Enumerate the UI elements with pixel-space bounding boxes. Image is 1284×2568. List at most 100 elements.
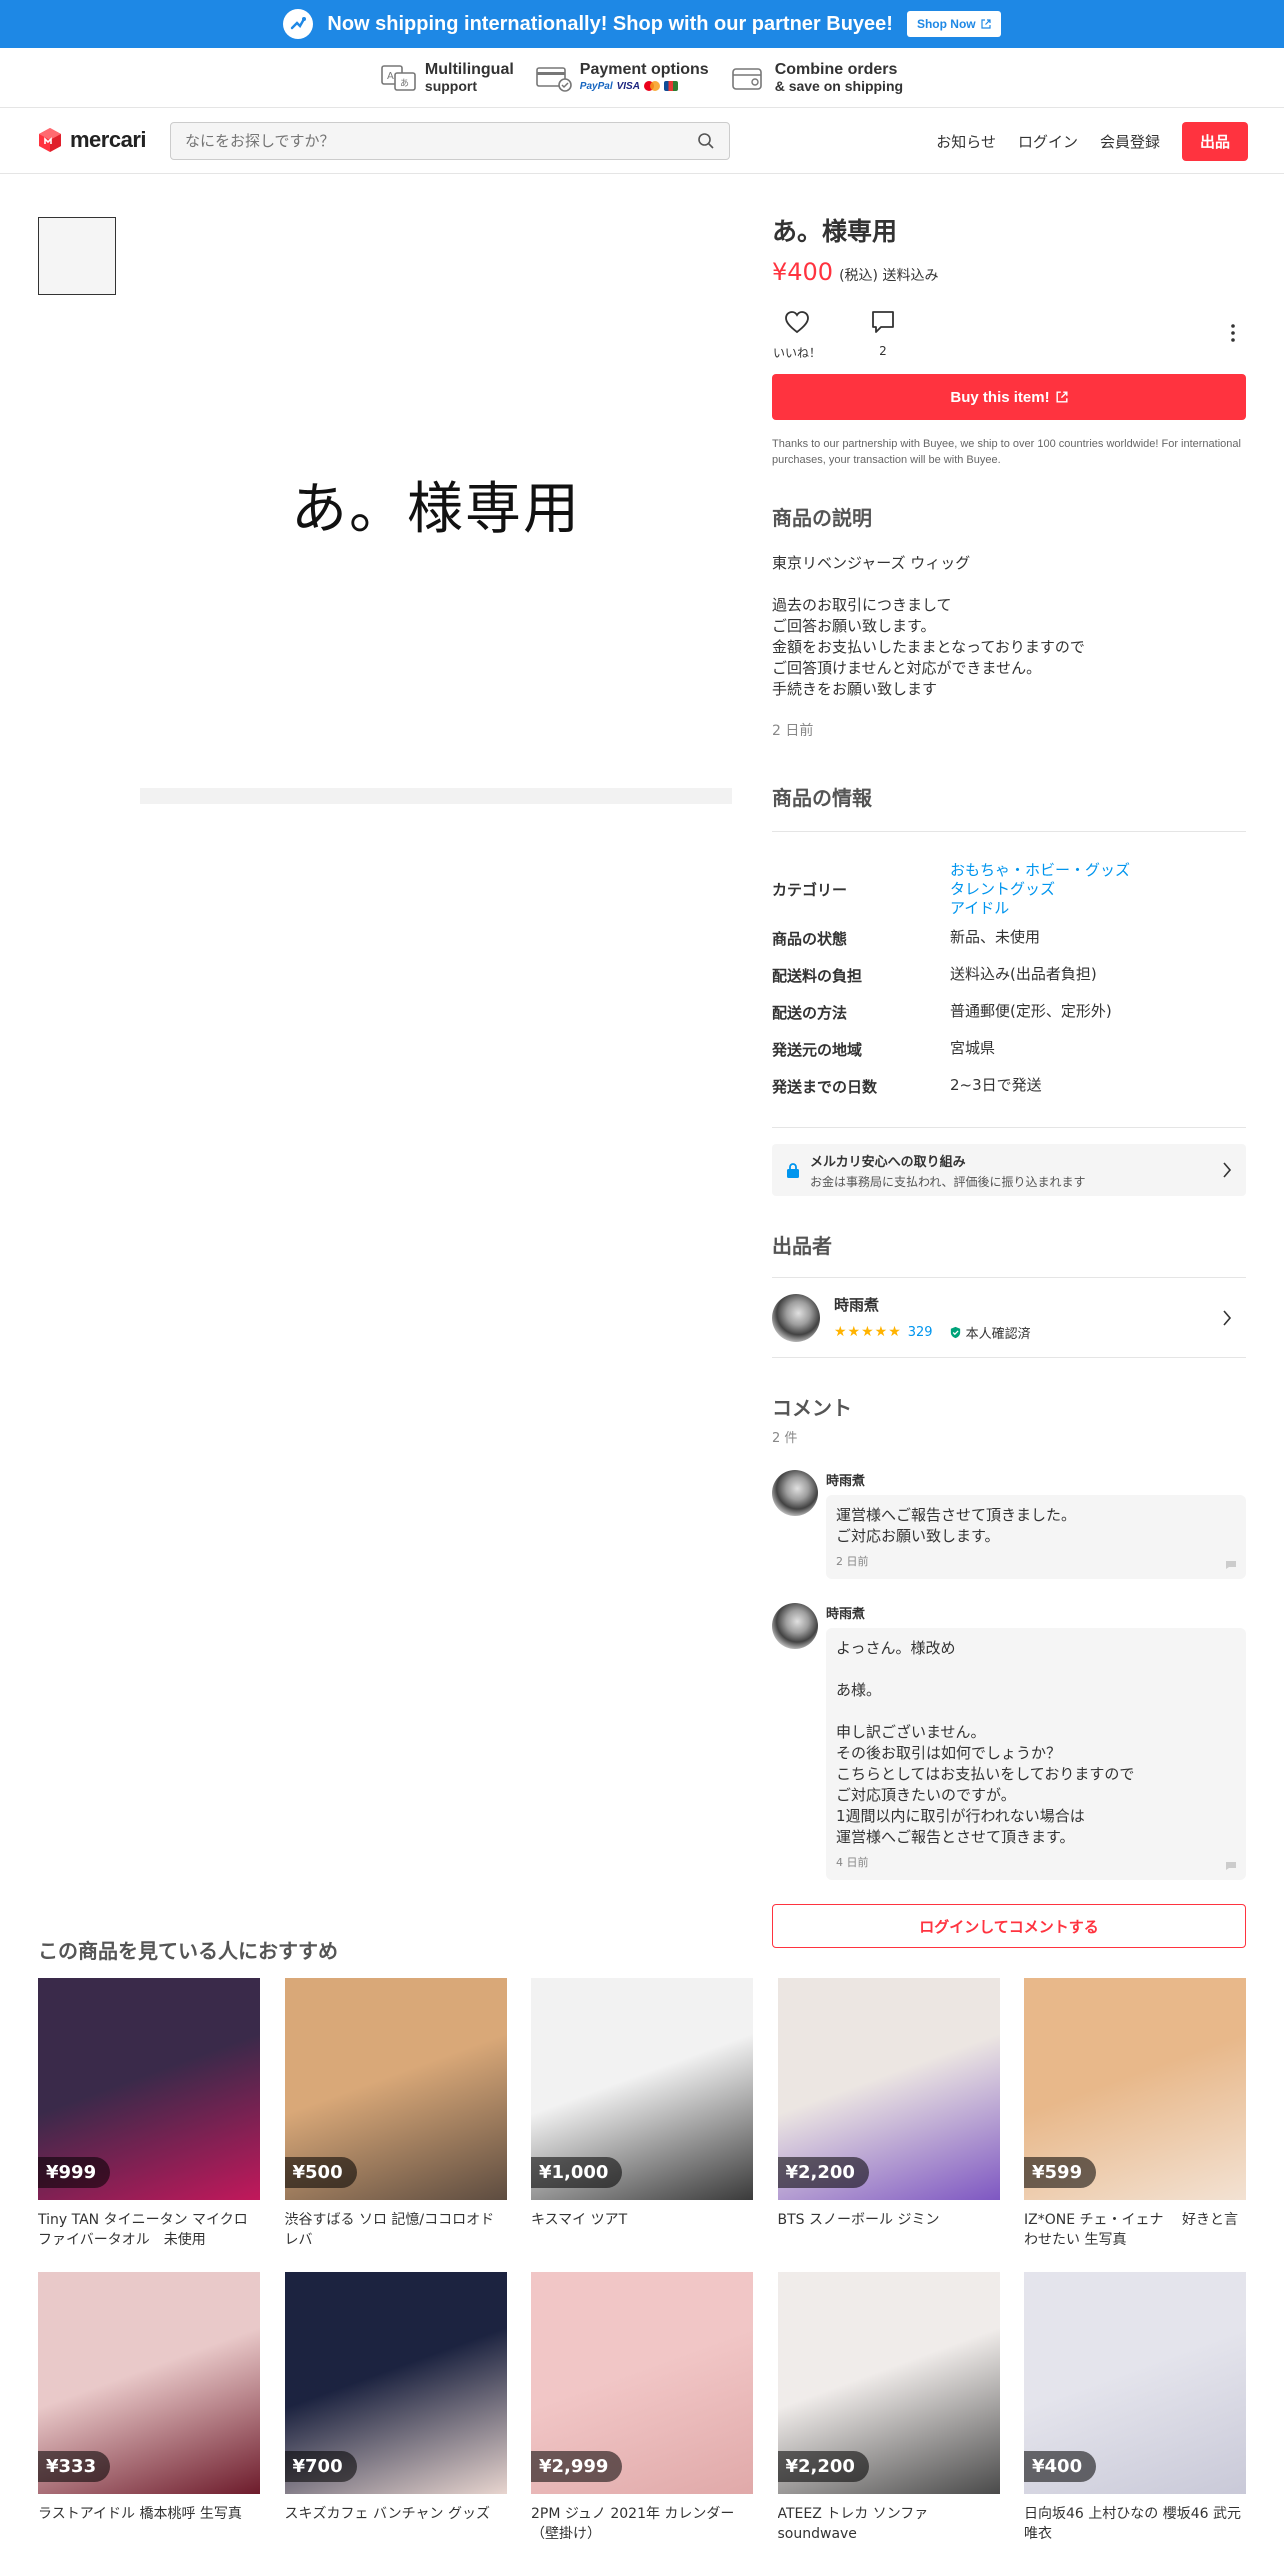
recommendation-image: ¥400 [1024, 2272, 1246, 2494]
buy-button-label: Buy this item! [950, 388, 1050, 406]
feature-multilingual-line2: support [424, 77, 478, 94]
buyee-banner: Now shipping internationally! Shop with … [0, 0, 1284, 48]
comment-bubble: よっさん。様改め あ様。 申し訳ございません。 その後お取引は如何でしょうか？ … [826, 1628, 1246, 1880]
feature-combine-line2: & save on shipping [774, 77, 904, 94]
recommendation-price: ¥2,999 [531, 2451, 623, 2482]
comment-count-button[interactable]: 2 [858, 308, 908, 358]
info-row-category: カテゴリー おもちゃ・ホビー・グッズ タレントグッズ アイドル [772, 854, 1246, 924]
recommendation-card[interactable]: ¥1,000 キスマイ ツアT [531, 1978, 753, 2272]
info-key: 発送までの日数 [772, 1078, 878, 1096]
price-note: (税込) 送料込み [839, 268, 939, 284]
info-row: 配送料の負担 送料込み(出品者負担) [772, 965, 1246, 1002]
product-title: あ。様専用 [772, 217, 898, 246]
info-row: 配送の方法 普通郵便(定形、定形外) [772, 1002, 1246, 1039]
recommendation-price: ¥333 [38, 2451, 111, 2482]
login-to-comment-button[interactable]: ログインしてコメントする [772, 1904, 1246, 1948]
chevron-right-icon [1223, 1162, 1232, 1178]
seller-card[interactable]: 時雨煮 ★★★★★ 329 本人確認済 [772, 1278, 1246, 1358]
recommendation-card[interactable]: ¥500 渋谷すばる ソロ 記憶/ココロオドレバ [284, 1978, 507, 2272]
sell-button[interactable]: 出品 [1181, 122, 1248, 161]
nav-signup[interactable]: 会員登録 [1100, 131, 1160, 152]
banner-text: Now shipping internationally! Shop with … [327, 12, 893, 35]
info-row: 発送までの日数 2~3日で発送 [772, 1076, 1246, 1113]
recommendation-card[interactable]: ¥400 日向坂46 上村ひなの 櫻坂46 武元唯衣 [1024, 2272, 1246, 2566]
recommendation-card[interactable]: ¥599 IZ*ONE チェ・イェナ 好きと言わせたい 生写真 [1024, 1978, 1246, 2272]
info-value: 送料込み(出品者負担) [950, 965, 1097, 983]
search-bar[interactable] [170, 122, 730, 160]
feature-multilingual-line1: Multilingual [424, 60, 514, 78]
recommendation-card[interactable]: ¥2,200 ATEEZ トレカ ソンファ soundwave [777, 2272, 1000, 2566]
mercari-logo[interactable]: mercari [36, 126, 147, 154]
paypal-logo: PayPal [579, 80, 613, 92]
more-options-icon[interactable] [1230, 322, 1236, 344]
recommendation-price: ¥700 [284, 2451, 357, 2482]
buyee-note: Thanks to our partnership with Buyee, we… [772, 438, 1241, 466]
nav-login[interactable]: ログイン [1018, 131, 1078, 152]
jcb-icon [663, 81, 678, 91]
info-value: 新品、未使用 [950, 928, 1041, 946]
like-button[interactable]: いいね！ [772, 308, 822, 361]
comments-count: 2 件 [772, 1431, 798, 1446]
search-icon[interactable] [697, 132, 715, 150]
recommendation-card[interactable]: ¥333 ラストアイドル 橋本桃呼 生写真 [38, 2272, 260, 2566]
feature-combine: Combine orders & save on shipping [731, 61, 903, 95]
comment-time: 4 日前 [836, 1856, 869, 1869]
comment-time: 2 日前 [836, 1555, 869, 1568]
category-link-talent[interactable]: タレントグッズ [950, 880, 1130, 899]
visa-logo: VISA [616, 80, 640, 92]
info-row: 商品の状態 新品、未使用 [772, 928, 1246, 965]
recommendation-card[interactable]: ¥2,999 2PM ジュノ 2021年 カレンダー（壁掛け） [531, 2272, 753, 2566]
safety-banner[interactable]: メルカリ安心への取り組み お金は事務局に支払われ、評価後に振り込まれます [772, 1144, 1246, 1196]
verified-badge-icon [950, 1326, 960, 1338]
nav-notifications[interactable]: お知らせ [936, 131, 996, 152]
like-label: いいね！ [772, 346, 821, 360]
mastercard-icon [643, 81, 660, 91]
info-heading: 商品の情報 [772, 782, 1246, 832]
image-scrollbar[interactable] [140, 788, 732, 804]
info-row: 発送元の地域 宮城県 [772, 1039, 1246, 1076]
report-flag-icon[interactable] [1226, 1862, 1236, 1870]
commenter-name[interactable]: 時雨煮 [826, 1603, 1246, 1622]
safety-title: メルカリ安心への取り組み [810, 1154, 966, 1170]
feature-multilingual: Aあ Multilingual support [381, 61, 514, 95]
safety-subtitle: お金は事務局に支払われ、評価後に振り込まれます [810, 1174, 1086, 1189]
shop-now-label: Shop Now [916, 17, 976, 31]
recommendation-price: ¥599 [1024, 2157, 1097, 2188]
features-row: Aあ Multilingual support Payment options P… [0, 48, 1284, 108]
recommendation-card[interactable]: ¥2,200 BTS スノーボール ジミン [777, 1978, 1000, 2272]
commenter-avatar[interactable] [772, 1470, 818, 1516]
commenter-avatar[interactable] [772, 1603, 818, 1649]
comment-count: 2 [879, 344, 887, 358]
recommendation-image: ¥500 [284, 1978, 507, 2200]
commenter-name[interactable]: 時雨煮 [826, 1470, 1246, 1489]
recommendation-name: キスマイ ツアT [531, 2212, 628, 2228]
recommendation-card[interactable]: ¥999 Tiny TAN タイニータン マイクロファイバータオル 未使用 [38, 1978, 260, 2272]
image-thumbnail[interactable] [38, 217, 116, 295]
comment-text: よっさん。様改め あ様。 申し訳ございません。 その後お取引は如何でしょうか？ … [836, 1639, 1135, 1846]
recommendation-price: ¥400 [1024, 2451, 1097, 2482]
category-link-idol[interactable]: アイドル [950, 899, 1130, 918]
comment-item: 時雨煮 運営様へご報告させて頂きました。 ご対応お願い致します。 2 日前 [772, 1470, 1246, 1579]
main-image-text: あ。様専用 [291, 477, 581, 542]
info-key: 配送の方法 [772, 1004, 848, 1022]
chevron-right-icon [1223, 1309, 1232, 1326]
seller-heading: 出品者 [772, 1230, 1246, 1278]
comment-item: 時雨煮 よっさん。様改め あ様。 申し訳ございません。 その後お取引は如何でしょ… [772, 1603, 1246, 1880]
category-link-hobby[interactable]: おもちゃ・ホビー・グッズ [950, 861, 1130, 880]
mercari-logo-icon [39, 128, 61, 152]
shop-now-button[interactable]: Shop Now [906, 11, 1001, 37]
comment-bubble-icon [872, 311, 894, 333]
recommendation-card[interactable]: ¥700 スキズカフェ バンチャン グッズ [284, 2272, 507, 2566]
recommendation-price: ¥500 [284, 2157, 357, 2188]
main-product-image[interactable]: あ。様専用 [140, 217, 732, 792]
buy-button[interactable]: Buy this item! [772, 374, 1246, 420]
recommendation-image: ¥700 [284, 2272, 507, 2494]
report-flag-icon[interactable] [1226, 1561, 1236, 1569]
header-nav: お知らせ ログイン 会員登録 出品 [936, 122, 1248, 161]
posted-time: 2 日前 [772, 723, 814, 739]
product-description: 東京リベンジャーズ ウィッグ 過去のお取引につきまして ご回答お願い致します。 … [772, 554, 1085, 698]
info-key: 配送料の負担 [772, 967, 863, 985]
seller-avatar [772, 1293, 820, 1342]
info-key: 発送元の地域 [772, 1041, 863, 1059]
search-input[interactable] [185, 132, 697, 150]
